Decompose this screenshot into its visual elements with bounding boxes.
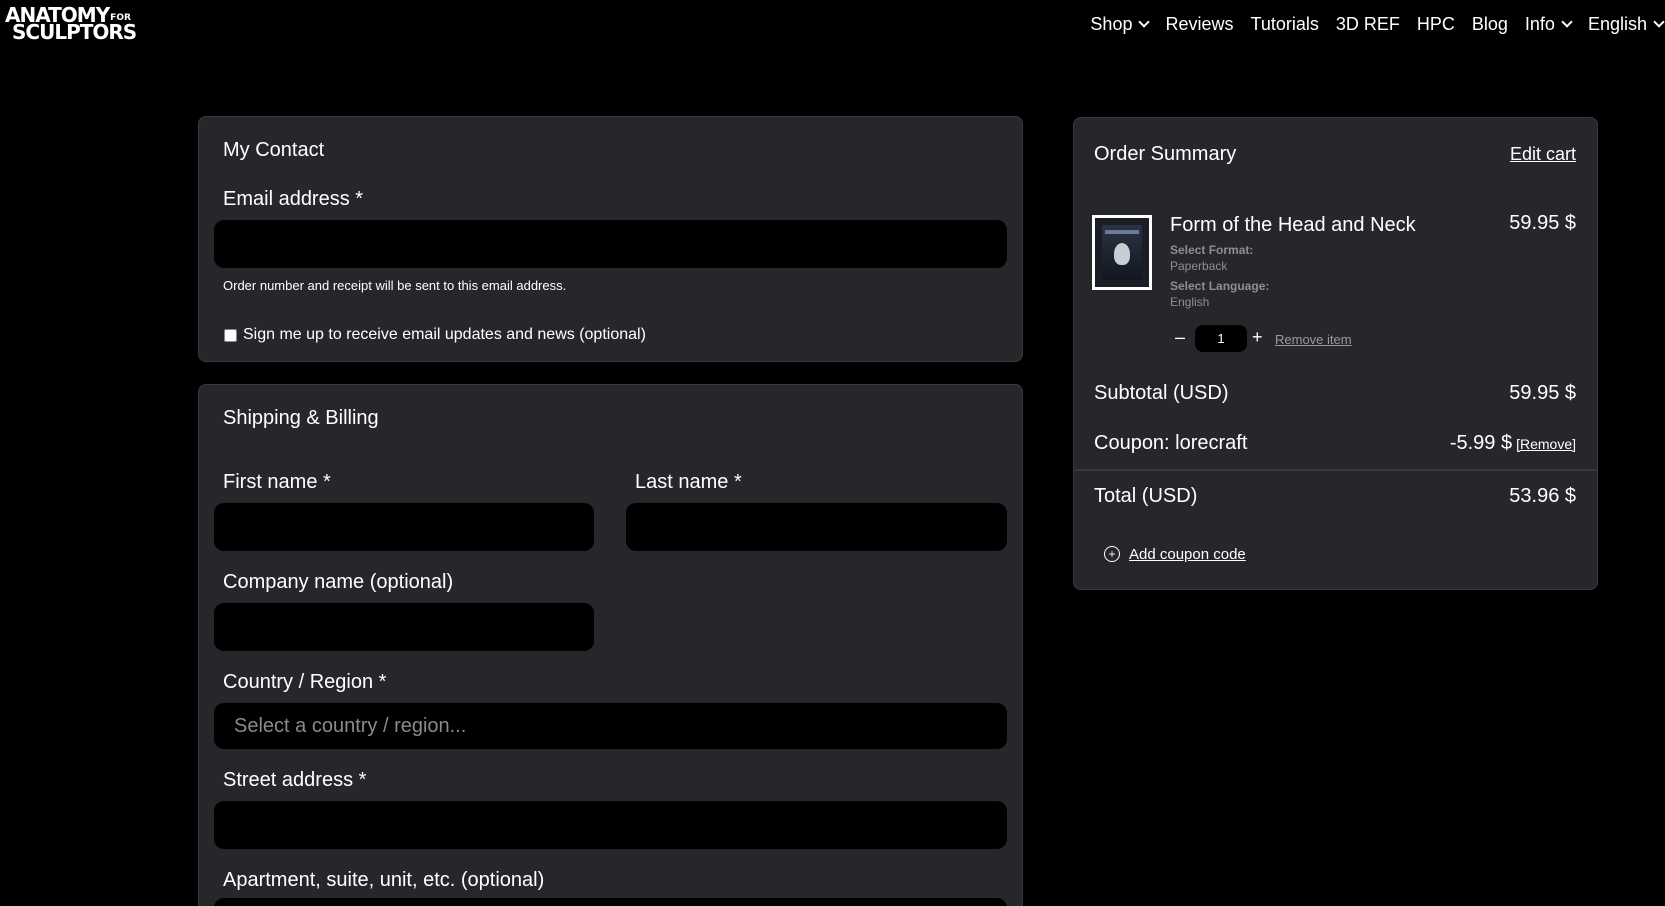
- item-name[interactable]: Form of the Head and Neck: [1170, 214, 1416, 237]
- subtotal-label: Subtotal (USD): [1094, 382, 1229, 404]
- nav-tutorials[interactable]: Tutorials: [1251, 14, 1319, 35]
- coupon-value: -5.99 $: [1449, 432, 1513, 454]
- apartment-label: Apartment, suite, unit, etc. (optional): [223, 869, 545, 891]
- street-label: Street address *: [223, 769, 367, 791]
- email-label: Email address *: [223, 188, 364, 210]
- signup-checkbox[interactable]: [224, 328, 237, 342]
- nav-reviews-label: Reviews: [1165, 14, 1234, 34]
- language-label: Select Language:: [1170, 279, 1270, 293]
- company-label: Company name (optional): [223, 571, 454, 593]
- nav-3d-ref-label: 3D REF: [1335, 14, 1400, 34]
- email-input[interactable]: [214, 220, 1007, 268]
- quantity-increase-button[interactable]: +: [1252, 327, 1263, 348]
- signup-row: Sign me up to receive email updates and …: [224, 326, 646, 344]
- coupon-remove-link[interactable]: [Remove]: [1516, 436, 1576, 452]
- total-label: Total (USD): [1094, 485, 1198, 507]
- nav-blog[interactable]: Blog: [1472, 14, 1508, 35]
- company-input[interactable]: [214, 603, 594, 651]
- edit-cart-link[interactable]: Edit cart: [1510, 144, 1576, 165]
- plus-circle-icon[interactable]: +: [1104, 546, 1120, 562]
- nav-tutorials-label: Tutorials: [1250, 14, 1319, 34]
- nav-reviews[interactable]: Reviews: [1165, 14, 1233, 35]
- shipping-title: Shipping & Billing: [223, 407, 379, 429]
- quantity-decrease-button[interactable]: –: [1175, 327, 1185, 348]
- signup-label: Sign me up to receive email updates and …: [243, 326, 646, 343]
- nav-info[interactable]: Info: [1524, 14, 1573, 35]
- nav-blog-label: Blog: [1471, 14, 1508, 34]
- last-name-label: Last name *: [635, 471, 742, 493]
- nav-language-label: English: [1587, 14, 1647, 34]
- chevron-down-icon: [1561, 16, 1573, 28]
- apartment-input[interactable]: [214, 898, 1007, 906]
- order-summary-title: Order Summary: [1094, 143, 1237, 165]
- country-label: Country / Region *: [223, 671, 387, 693]
- format-label: Select Format:: [1170, 243, 1254, 257]
- email-hint: Order number and receipt will be sent to…: [223, 278, 567, 293]
- language-value: English: [1170, 295, 1210, 309]
- chevron-down-icon: [1653, 16, 1665, 28]
- coupon-label: Coupon: lorecraft: [1094, 432, 1248, 454]
- first-name-label: First name *: [223, 471, 331, 493]
- nav-info-label: Info: [1524, 14, 1555, 34]
- country-select[interactable]: [214, 703, 1007, 749]
- nav-shop-label: Shop: [1090, 14, 1133, 34]
- nav-hpc[interactable]: HPC: [1417, 14, 1455, 35]
- total-value: 53.96 $: [1509, 485, 1576, 507]
- order-summary-card: [1073, 117, 1598, 590]
- chevron-down-icon: [1138, 16, 1151, 28]
- item-price: 59.95 $: [1509, 212, 1576, 234]
- subtotal-value: 59.95 $: [1509, 382, 1576, 404]
- summary-divider: [1075, 469, 1597, 471]
- main-nav: Shop Reviews Tutorials 3D REF HPC Blog I…: [1090, 14, 1665, 35]
- product-thumbnail[interactable]: [1092, 215, 1152, 290]
- nav-3d-ref[interactable]: 3D REF: [1336, 14, 1400, 35]
- book-cover-image: [1102, 225, 1142, 280]
- first-name-input[interactable]: [214, 503, 594, 551]
- nav-shop[interactable]: Shop: [1090, 14, 1151, 35]
- coupon-row-right: -5.99 $ [Remove]: [1450, 432, 1576, 455]
- quantity-input[interactable]: 1: [1195, 325, 1247, 352]
- add-coupon-link[interactable]: Add coupon code: [1129, 546, 1246, 563]
- street-input[interactable]: [214, 801, 1007, 849]
- contact-title: My Contact: [223, 139, 325, 161]
- nav-hpc-label: HPC: [1416, 14, 1455, 34]
- format-value: Paperback: [1170, 259, 1228, 273]
- remove-item-link[interactable]: Remove item: [1275, 332, 1352, 347]
- nav-language[interactable]: English: [1587, 14, 1665, 35]
- site-header: ANATOMYFOR SCULPTORS Shop Reviews Tutori…: [0, 0, 1665, 52]
- logo-line2: SCULPTORS: [12, 20, 137, 44]
- site-logo[interactable]: ANATOMYFOR SCULPTORS: [5, 5, 137, 44]
- last-name-input[interactable]: [626, 503, 1007, 551]
